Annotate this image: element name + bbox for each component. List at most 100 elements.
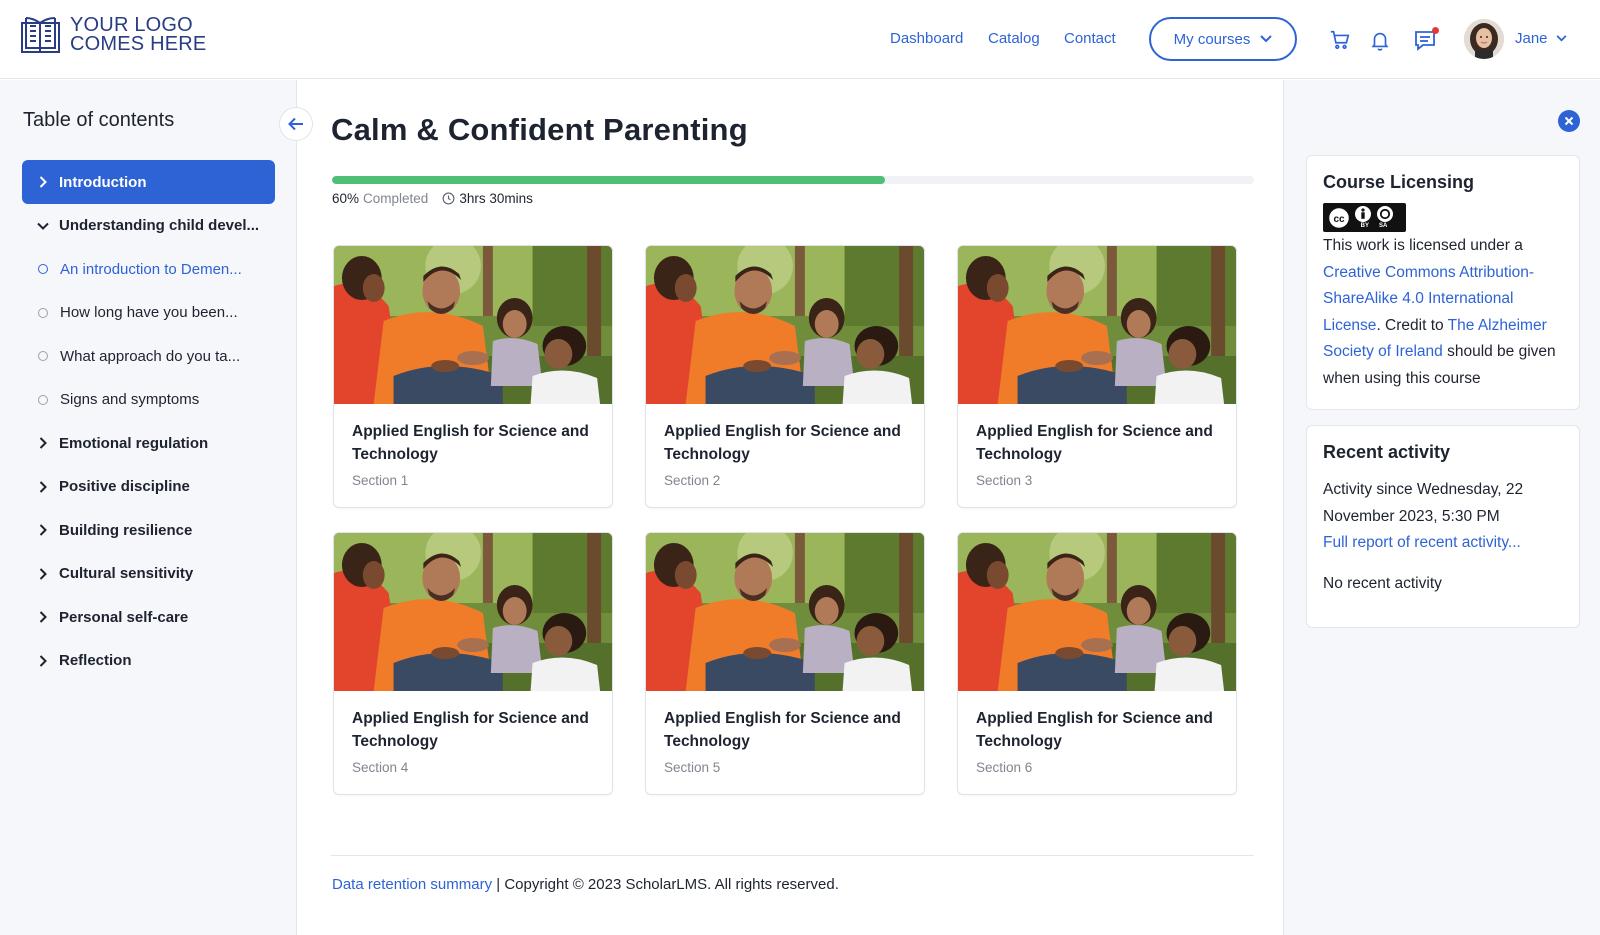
svg-text:cc: cc (1333, 214, 1345, 225)
toc-item-label: How long have you been... (60, 304, 238, 322)
toc-item-cultural-sensitivity[interactable]: Cultural sensitivity (22, 552, 275, 596)
card-title: Applied English for Science and Technolo… (976, 710, 1213, 750)
activity-since: Activity since Wednesday, 22 November 20… (1323, 481, 1524, 525)
page-title: Calm & Confident Parenting (331, 112, 748, 147)
top-header: YOUR LOGO COMES HERE Dashboard Catalog C… (0, 0, 1600, 79)
logo[interactable]: YOUR LOGO COMES HERE (19, 15, 206, 55)
arrow-left-icon (288, 117, 303, 131)
recent-activity-title: Recent activity (1323, 442, 1451, 462)
toc-subitem-signs-and-symptoms[interactable]: Signs and symptoms (22, 378, 275, 422)
toc-subitem-what-approach[interactable]: What approach do you ta... (22, 335, 275, 379)
section-card[interactable]: Applied English for Science and Technolo… (645, 245, 925, 508)
close-icon (1564, 116, 1574, 126)
toc-subitem-introduction-to-dementia[interactable]: An introduction to Demen... (22, 248, 275, 292)
toc-item-label: Introduction (59, 173, 147, 191)
close-panel-button[interactable] (1558, 110, 1580, 132)
section-image (646, 246, 924, 404)
toc-item-building-resilience[interactable]: Building resilience (22, 509, 275, 553)
logo-line-2: COMES HERE (70, 33, 207, 55)
card-section: Section 6 (976, 760, 1033, 775)
share-alike-icon (1377, 206, 1393, 222)
data-retention-link[interactable]: Data retention summary (332, 876, 492, 893)
nav-contact[interactable]: Contact (1064, 30, 1116, 47)
toc-item-introduction[interactable]: Introduction (22, 160, 275, 204)
chevron-right-icon (37, 568, 49, 580)
course-content: Calm & Confident Parenting 60% Completed… (298, 80, 1283, 935)
toc-subitem-how-long[interactable]: How long have you been... (22, 291, 275, 335)
toc-item-label: Cultural sensitivity (59, 565, 194, 583)
licensing-text: This work is licensed under a Creative C… (1323, 233, 1563, 392)
circle-icon (38, 264, 48, 275)
card-title: Applied English for Science and Technolo… (664, 423, 901, 463)
toc-item-label: Signs and symptoms (60, 391, 200, 409)
book-logo-icon (21, 17, 60, 53)
no-recent-activity: No recent activity (1323, 574, 1442, 592)
section-image (646, 533, 924, 691)
creative-commons-icon: cc (1327, 206, 1351, 229)
footer-divider (331, 855, 1254, 856)
toc-item-label: What approach do you ta... (60, 347, 241, 365)
progress-percent: 60% (332, 191, 360, 206)
recent-activity-card: Recent activity Activity since Wednesday… (1306, 425, 1580, 628)
right-info-panel: Course Licensing cc BY SA This work is l… (1283, 80, 1600, 935)
footer: Data retention summary | Copyright © 202… (332, 876, 839, 893)
my-courses-label: My courses (1173, 30, 1251, 48)
chevron-right-icon (37, 481, 49, 493)
toc-item-label: Building resilience (59, 521, 193, 539)
attribution-icon (1355, 206, 1371, 222)
section-card[interactable]: Applied English for Science and Technolo… (645, 532, 925, 795)
card-title: Applied English for Science and Technolo… (352, 710, 589, 750)
toc-item-reflection[interactable]: Reflection (22, 639, 275, 683)
clock-icon (442, 192, 455, 205)
toc-list: Introduction Understanding child devel..… (22, 160, 275, 683)
chevron-right-icon (37, 611, 49, 623)
chevron-down-icon (1556, 35, 1567, 42)
chevron-right-icon (37, 176, 49, 188)
messages-icon[interactable] (1413, 27, 1439, 53)
full-report-link[interactable]: Full report of recent activity... (1323, 534, 1521, 551)
cc-by-label: BY (1360, 223, 1369, 229)
user-name: Jane (1515, 30, 1548, 47)
licensing-text-1: This work is licensed under a (1323, 237, 1523, 254)
card-title: Applied English for Science and Technolo… (352, 423, 589, 463)
notification-dot (1432, 27, 1439, 34)
cart-icon[interactable] (1327, 27, 1353, 53)
collapse-sidebar-button[interactable] (279, 107, 313, 141)
toc-item-positive-discipline[interactable]: Positive discipline (22, 465, 275, 509)
section-image (334, 533, 612, 691)
nav-dashboard[interactable]: Dashboard (890, 30, 963, 47)
section-image (958, 246, 1236, 404)
chevron-down-icon (37, 222, 49, 230)
chevron-right-icon (37, 524, 49, 536)
section-image (334, 246, 612, 404)
section-card[interactable]: Applied English for Science and Technolo… (957, 532, 1237, 795)
copyright-text: Copyright © 2023 ScholarLMS. All rights … (504, 876, 839, 893)
table-of-contents-sidebar: Table of contents Introduction Understan… (0, 80, 297, 935)
chevron-right-icon (37, 437, 49, 449)
toc-item-emotional-regulation[interactable]: Emotional regulation (22, 422, 275, 466)
progress-info: 60% Completed 3hrs 30mins (332, 191, 533, 206)
circle-icon (38, 351, 48, 362)
bell-icon[interactable] (1367, 27, 1393, 53)
avatar[interactable] (1464, 19, 1504, 59)
progress-label: Completed (363, 191, 429, 206)
section-card[interactable]: Applied English for Science and Technolo… (957, 245, 1237, 508)
user-menu[interactable]: Jane (1515, 30, 1567, 47)
licensing-text-2: . Credit to (1376, 316, 1444, 334)
toc-title: Table of contents (23, 109, 175, 131)
my-courses-dropdown[interactable]: My courses (1149, 17, 1297, 61)
toc-item-label: Understanding child devel... (59, 217, 260, 235)
card-title: Applied English for Science and Technolo… (976, 423, 1213, 463)
logo-text: YOUR LOGO COMES HERE (70, 15, 207, 55)
section-card[interactable]: Applied English for Science and Technolo… (333, 245, 613, 508)
circle-icon (38, 307, 48, 318)
toc-item-personal-self-care[interactable]: Personal self-care (22, 596, 275, 640)
circle-icon (38, 394, 48, 405)
cc-by-sa-badge: cc BY SA (1323, 203, 1406, 232)
toc-item-label: Positive discipline (59, 478, 190, 496)
nav-catalog[interactable]: Catalog (988, 30, 1040, 47)
card-title: Applied English for Science and Technolo… (664, 710, 901, 750)
progress-bar (332, 176, 1254, 184)
toc-item-understanding-child-development[interactable]: Understanding child devel... (22, 204, 275, 248)
section-card[interactable]: Applied English for Science and Technolo… (333, 532, 613, 795)
